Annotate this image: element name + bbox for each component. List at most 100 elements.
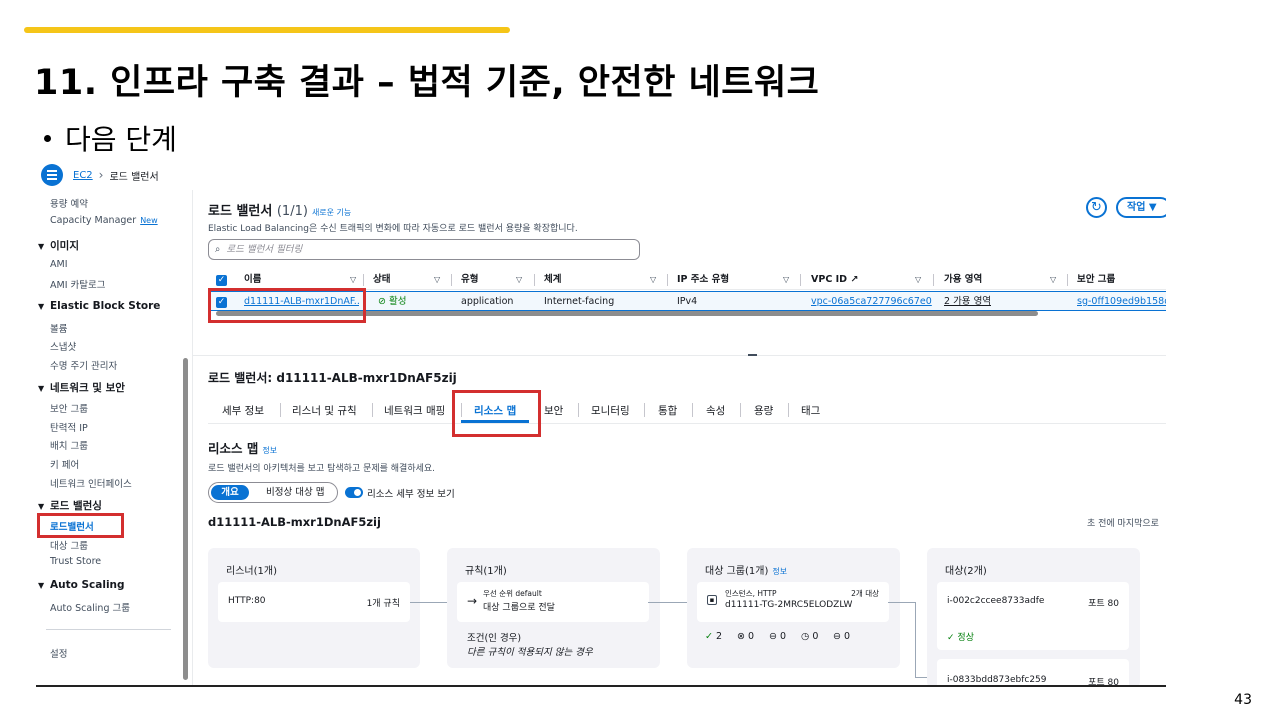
x-circle-icon: ⊗ <box>737 631 745 642</box>
sidebar-item-target-groups[interactable]: 대상 그룹 <box>50 538 88 552</box>
sidebar-item-security-groups[interactable]: 보안 그룹 <box>50 401 88 415</box>
column-header-sg[interactable]: 보안 그룹 <box>1077 270 1115 290</box>
target-card[interactable]: i-0833bdd873ebfc259 포트 80 <box>937 659 1129 685</box>
view-segmented-control: 개요 비정상 대상 맵 <box>208 482 338 503</box>
sidebar-item-network-interfaces[interactable]: 네트워크 인터페이스 <box>50 476 132 490</box>
sidebar-item-capacity-manager[interactable]: Capacity Manager New <box>50 215 158 226</box>
tab-details[interactable]: 세부 정보 <box>222 403 264 418</box>
sidebar-item-settings[interactable]: 설정 <box>50 646 67 660</box>
column-header-status[interactable]: 상태 <box>373 270 390 290</box>
sort-icon[interactable]: ▽ <box>516 270 522 290</box>
sidebar-section-auto-scaling[interactable]: ▼ Auto Scaling <box>38 579 125 591</box>
target-group-count: 2개 대상 <box>851 589 879 598</box>
tab-attributes[interactable]: 속성 <box>706 403 725 418</box>
healthy-count: ✓ 2 <box>705 631 722 642</box>
listeners-panel: 리스너(1개) HTTP:80 1개 규칙 <box>208 548 420 668</box>
menu-icon[interactable] <box>41 164 63 186</box>
highlight-box-sidebar <box>37 513 124 538</box>
check-circle-icon: ✓ <box>705 631 713 642</box>
actions-button[interactable]: 작업 ▼ <box>1116 197 1166 218</box>
sidebar-section-images[interactable]: ▼ 이미지 <box>38 238 79 253</box>
select-all-checkbox[interactable]: ✓ <box>216 275 227 286</box>
draining-count: ◷ 0 <box>801 631 818 642</box>
column-header-type[interactable]: 유형 <box>461 270 478 290</box>
listener-name: HTTP:80 <box>228 596 266 606</box>
target-group-card[interactable]: ▪ 인스턴스, HTTP 2개 대상 d11111-TG-2MRC5ELODZL… <box>697 582 889 622</box>
tab-integrations[interactable]: 통합 <box>658 403 677 418</box>
target-card[interactable]: i-002c2ccee8733adfe 포트 80 ✓ 정상 <box>937 582 1129 650</box>
breadcrumb-ec2-link[interactable]: EC2 <box>73 170 93 181</box>
sidebar-item-elastic-ip[interactable]: 탄력적 IP <box>50 420 88 434</box>
split-handle[interactable] <box>748 354 757 356</box>
tab-listeners[interactable]: 리스너 및 규칙 <box>292 403 357 418</box>
target-health: ✓ 정상 <box>947 630 974 643</box>
column-header-az[interactable]: 가용 영역 <box>944 270 982 290</box>
toggle-label: 리소스 세부 정보 보기 <box>367 489 455 500</box>
tab-capacity[interactable]: 용량 <box>754 403 773 418</box>
sidebar-divider <box>46 629 171 630</box>
column-header-scheme[interactable]: 체계 <box>544 270 561 290</box>
resource-details-toggle[interactable] <box>345 487 363 498</box>
caret-down-icon: ▼ <box>1148 202 1157 213</box>
az-cell[interactable]: 2 가용 영역 <box>944 292 991 312</box>
sidebar-item-snapshots[interactable]: 스냅샷 <box>50 339 76 353</box>
dash-circle-icon: ⊖ <box>769 631 777 642</box>
segment-overview[interactable]: 개요 <box>211 485 249 500</box>
sidebar-item-ami[interactable]: AMI <box>50 259 68 270</box>
status-text: 활성 <box>389 296 407 307</box>
sort-icon[interactable]: ▽ <box>783 270 789 290</box>
segment-unhealthy-map[interactable]: 비정상 대상 맵 <box>266 485 324 500</box>
tab-divider <box>692 403 693 417</box>
column-divider <box>933 274 934 286</box>
info-link[interactable]: 정보 <box>262 446 277 455</box>
caret-down-icon: ▼ <box>38 581 45 590</box>
tab-monitoring[interactable]: 모니터링 <box>591 403 630 418</box>
sidebar-item-placement-groups[interactable]: 배치 그룹 <box>50 438 88 452</box>
info-link[interactable]: 정보 <box>772 567 787 576</box>
column-header-vpc-label: VPC ID <box>811 274 848 285</box>
sidebar-item-volumes[interactable]: 볼륨 <box>50 321 67 335</box>
sidebar-item-key-pairs[interactable]: 키 페어 <box>50 457 79 471</box>
sidebar: 용량 예약 Capacity Manager New ▼ 이미지 AMI AMI 카… <box>36 192 188 685</box>
clock-icon: ◷ <box>801 631 810 642</box>
sort-icon[interactable]: ▽ <box>350 270 356 290</box>
targets-title: 대상(2개) <box>945 566 987 577</box>
column-header-ip-type[interactable]: IP 주소 유형 <box>677 270 729 290</box>
search-input[interactable]: ⌕ 로드 밸런서 필터링 <box>208 239 640 260</box>
sg-link[interactable]: sg-0ff109ed9b158d <box>1077 292 1166 312</box>
sidebar-item-asg[interactable]: Auto Scaling 그룹 <box>50 600 130 614</box>
sort-icon[interactable]: ▽ <box>1050 270 1056 290</box>
check-circle-icon: ⊘ <box>378 296 386 307</box>
target-group-kind: 인스턴스, HTTP <box>725 589 777 598</box>
sidebar-item-trust-store[interactable]: Trust Store <box>50 556 101 567</box>
sidebar-item-ami-catalog[interactable]: AMI 카탈로그 <box>50 277 105 291</box>
sidebar-item-reservations[interactable]: 용량 예약 <box>50 196 88 210</box>
new-features-link[interactable]: 새로운 기능 <box>312 208 351 217</box>
sidebar-scrollbar[interactable] <box>183 358 188 680</box>
targets-panel: 대상(2개) i-002c2ccee8733adfe 포트 80 ✓ 정상 i-… <box>927 548 1140 685</box>
tab-tags[interactable]: 태그 <box>801 403 820 418</box>
section-label: 이미지 <box>50 240 79 252</box>
sort-icon[interactable]: ▽ <box>434 270 440 290</box>
sidebar-section-network[interactable]: ▼ 네트워크 및 보안 <box>38 380 125 395</box>
page-title: 로드 밸런서 (1/1) 새로운 기능 <box>208 200 351 219</box>
refresh-button[interactable]: ↻ <box>1086 197 1107 218</box>
column-header-name[interactable]: 이름 <box>244 270 261 290</box>
column-header-vpc[interactable]: VPC ID ↗ <box>811 270 858 290</box>
connector-line <box>888 602 916 603</box>
sort-icon[interactable]: ▽ <box>915 270 921 290</box>
section-label: 로드 밸런싱 <box>50 500 102 512</box>
resource-map-title-text: 리소스 맵 <box>208 441 259 456</box>
vpc-link[interactable]: vpc-06a5ca727796c67e0 <box>811 292 932 312</box>
target-id: i-0833bdd873ebfc259 <box>947 675 1047 685</box>
tab-network-mapping[interactable]: 네트워크 매핑 <box>384 403 445 418</box>
listener-card[interactable]: HTTP:80 1개 규칙 <box>218 582 410 622</box>
sidebar-section-load-balancing[interactable]: ▼ 로드 밸런싱 <box>38 498 102 513</box>
sidebar-section-ebs[interactable]: ▼ Elastic Block Store <box>38 300 160 312</box>
target-group-name: d11111-TG-2MRC5ELODZLW <box>725 600 853 610</box>
column-divider <box>534 274 535 286</box>
rule-card[interactable]: → 우선 순위 default 대상 그룹으로 전달 <box>457 582 649 622</box>
tab-security[interactable]: 보안 <box>544 403 563 418</box>
sidebar-item-lifecycle[interactable]: 수명 주기 관리자 <box>50 358 117 372</box>
sort-icon[interactable]: ▽ <box>650 270 656 290</box>
